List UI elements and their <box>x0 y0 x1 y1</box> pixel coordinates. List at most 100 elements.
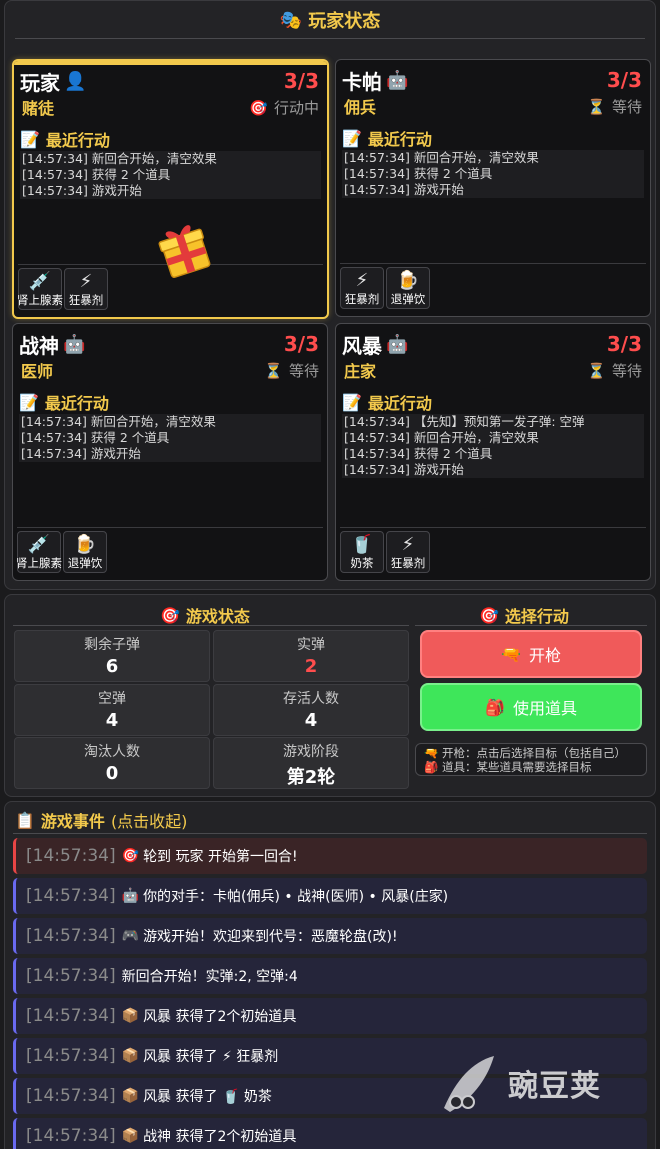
item-unload-drink[interactable]: 🍺 退弹饮 <box>386 267 430 309</box>
memo-icon: 📝 <box>342 128 362 148</box>
pea-pod-logo-icon <box>444 1056 494 1112</box>
water-gun-icon: 🔫 <box>424 746 439 760</box>
item-milk-tea[interactable]: 🥤 奶茶 <box>340 531 384 573</box>
event-time: [14:57:34] <box>26 926 116 946</box>
player-name-text: 战神 <box>19 334 59 358</box>
collapse-toggle[interactable]: (点击收起) <box>111 808 188 832</box>
log-line: [14:57:34] 获得 2 个道具 <box>342 446 644 462</box>
event-time: [14:57:34] <box>26 1086 116 1106</box>
log-line: [14:57:34] 新回合开始，清空效果 <box>342 430 644 446</box>
hint-item-text: 道具：某些道具需要选择目标 <box>441 760 592 774</box>
player-status: ⏳ 等待 <box>264 360 319 381</box>
robot-avatar-icon: 🤖 <box>63 334 86 355</box>
gamepad-icon: 🎮 <box>121 928 140 944</box>
game-status-header: 🎯 游戏状态 <box>160 603 250 627</box>
item-slots: 💉 肾上腺素 ⚡ 狂暴剂 <box>17 268 108 310</box>
event-time: [14:57:34] <box>26 1006 116 1026</box>
robot-icon: 🤖 <box>121 888 140 904</box>
shoot-button[interactable]: 🔫 开枪 <box>420 630 642 678</box>
player-status: ⏳ 等待 <box>587 360 642 381</box>
log-line: [14:57:34] 游戏开始 <box>342 182 644 198</box>
player-card-self[interactable]: 玩家 👤 3/3 赌徒 🎯 行动中 📝 最近行动 [14:57:34] 新回合开… <box>12 59 329 319</box>
recent-actions-title: 最近行动 <box>44 394 109 413</box>
water-gun-icon: 🔫 <box>501 644 521 664</box>
item-adrenaline[interactable]: 💉 肾上腺素 <box>17 268 63 310</box>
player-card-fengbao[interactable]: 风暴 🤖 3/3 庄家 ⏳ 等待 📝 最近行动 [14:57:34] 【先知】预… <box>335 323 651 581</box>
hint-item: 🎒 道具：某些道具需要选择目标 <box>424 760 638 774</box>
syringe-icon: 💉 <box>27 534 51 555</box>
stat-value: 第2轮 <box>286 767 336 788</box>
event-item: [14:57:34] 🎯 轮到 玩家 开始第一回合! <box>13 838 647 874</box>
stat-value: 2 <box>304 656 318 677</box>
role-label: 庄家 <box>344 362 377 381</box>
event-text: 轮到 玩家 开始第一回合! <box>143 849 298 865</box>
player-card-zhanshen[interactable]: 战神 🤖 3/3 医师 ⏳ 等待 📝 最近行动 [14:57:34] 新回合开始… <box>12 323 328 581</box>
use-item-button-label: 使用道具 <box>512 699 577 718</box>
log-line: [14:57:34] 【先知】预知第一发子弹: 空弹 <box>342 414 644 430</box>
item-berserk[interactable]: ⚡ 狂暴剂 <box>64 268 108 310</box>
event-text: 游戏开始！欢迎来到代号：恶魔轮盘(改)! <box>143 929 398 945</box>
stat-value: 6 <box>105 656 119 677</box>
divider <box>340 527 646 528</box>
hp-counter: 3/3 <box>606 332 642 356</box>
item-berserk[interactable]: ⚡ 狂暴剂 <box>340 267 384 309</box>
event-item: [14:57:34] 📦 战神 获得了2个初始道具 <box>13 1118 647 1149</box>
stat-remaining-bullets: 剩余子弹 6 <box>14 630 210 682</box>
item-adrenaline[interactable]: 💉 肾上腺素 <box>16 531 62 573</box>
log-line: [14:57:34] 游戏开始 <box>19 446 321 462</box>
log-line: [14:57:34] 新回合开始，清空效果 <box>20 151 321 167</box>
recent-actions-title: 最近行动 <box>367 130 432 149</box>
item-label: 狂暴剂 <box>68 293 104 307</box>
role-label: 佣兵 <box>344 98 377 117</box>
item-unload-drink[interactable]: 🍺 退弹饮 <box>63 531 107 573</box>
item-label: 肾上腺素 <box>17 293 63 307</box>
game-events-header[interactable]: 📋 游戏事件 (点击收起) <box>15 808 187 832</box>
divider <box>17 527 323 528</box>
game-events-title: 游戏事件 <box>40 812 105 831</box>
player-name-text: 风暴 <box>342 334 382 358</box>
use-item-button[interactable]: 🎒 使用道具 <box>420 683 642 731</box>
target-icon: 🎯 <box>121 848 140 864</box>
role-label: 医师 <box>21 362 54 381</box>
log-line: [14:57:34] 获得 2 个道具 <box>20 167 321 183</box>
player-status: 🎯 行动中 <box>249 97 319 118</box>
stat-value: 4 <box>304 710 318 731</box>
log-line: [14:57:34] 游戏开始 <box>20 183 321 199</box>
item-berserk[interactable]: ⚡ 狂暴剂 <box>386 531 430 573</box>
syringe-icon: 💉 <box>28 271 52 292</box>
recent-actions-header: 📝 最近行动 <box>20 127 110 151</box>
player-status: ⏳ 等待 <box>587 96 642 117</box>
divider <box>415 625 647 626</box>
memo-icon: 📝 <box>19 392 39 412</box>
hint-shoot: 🔫 开枪：点击后选择目标（包括自己） <box>424 746 638 760</box>
player-card-kapa[interactable]: 卡帕 🤖 3/3 佣兵 ⏳ 等待 📝 最近行动 [14:57:34] 新回合开始… <box>335 59 651 317</box>
item-label: 退弹饮 <box>67 556 103 570</box>
event-item: [14:57:34] 📦 风暴 获得了2个初始道具 <box>13 998 647 1034</box>
event-time: [14:57:34] <box>26 846 116 866</box>
item-slots: ⚡ 狂暴剂 🍺 退弹饮 <box>340 267 430 309</box>
stat-label: 实弹 <box>297 637 325 653</box>
stat-blank-rounds: 空弹 4 <box>14 684 210 736</box>
package-icon: 📦 <box>121 1128 140 1144</box>
item-label: 狂暴剂 <box>390 556 426 570</box>
stat-eliminated-count: 淘汰人数 0 <box>14 737 210 789</box>
item-slots: 💉 肾上腺素 🍺 退弹饮 <box>16 531 107 573</box>
event-text: 你的对手：卡帕(佣兵) • 战神(医师) • 风暴(庄家) <box>143 889 449 905</box>
event-text: 风暴 获得了2个初始道具 <box>143 1009 297 1025</box>
event-item: [14:57:34] 新回合开始！实弹:2, 空弹:4 <box>13 958 647 994</box>
player-name-text: 玩家 <box>20 71 60 95</box>
player-status-header: 🎭 玩家状态 <box>5 5 655 35</box>
role-label: 赌徒 <box>22 99 55 118</box>
event-time: [14:57:34] <box>26 1046 116 1066</box>
player-name: 战神 🤖 <box>19 330 85 359</box>
status-text: 等待 <box>288 362 319 380</box>
stat-label: 淘汰人数 <box>84 744 140 760</box>
target-icon: 🎯 <box>249 98 268 117</box>
game-status-title: 游戏状态 <box>185 607 250 626</box>
hint-shoot-text: 开枪：点击后选择目标（包括自己） <box>441 746 626 760</box>
event-text: 风暴 获得了 ⚡ 狂暴剂 <box>143 1049 279 1065</box>
stat-game-phase: 游戏阶段 第2轮 <box>213 737 409 789</box>
item-label: 退弹饮 <box>390 292 426 306</box>
memo-icon: 📝 <box>342 392 362 412</box>
log-line: [14:57:34] 获得 2 个道具 <box>19 430 321 446</box>
